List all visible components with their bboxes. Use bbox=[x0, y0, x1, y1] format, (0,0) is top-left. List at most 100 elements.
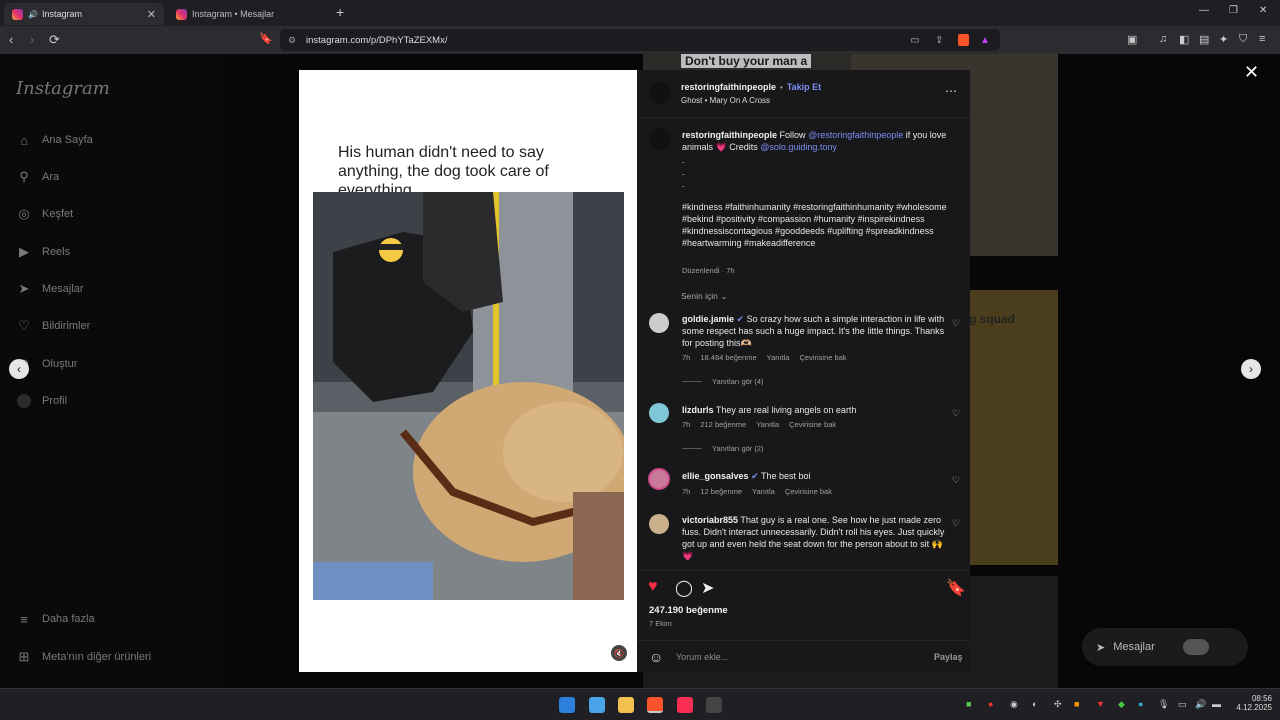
comment-like-icon[interactable]: ♡ bbox=[952, 408, 960, 419]
commenter-avatar[interactable] bbox=[649, 514, 669, 534]
tray-icon[interactable]: ● bbox=[1138, 699, 1143, 709]
minimize-button[interactable]: — bbox=[1199, 5, 1209, 16]
caption-mention-link[interactable]: @restoringfaithinpeople bbox=[808, 130, 903, 140]
sidebar-item-meta[interactable]: ⊞ Meta'nın diğer ürünleri bbox=[16, 649, 152, 665]
volume-icon[interactable]: 🔊 bbox=[1195, 699, 1206, 710]
sidebar-toggle-icon[interactable]: ▣ bbox=[1127, 33, 1137, 46]
media-icon[interactable]: ♫ bbox=[1159, 33, 1167, 45]
share-send-icon[interactable]: ➤ bbox=[701, 578, 714, 598]
share-comment-button[interactable]: Paylaş bbox=[934, 652, 963, 662]
caption-username[interactable]: restoringfaithinpeople bbox=[682, 130, 777, 140]
translate-button[interactable]: Çevirisine bak bbox=[785, 487, 832, 496]
forward-button[interactable]: › bbox=[30, 32, 34, 47]
commenter-avatar[interactable] bbox=[649, 313, 669, 333]
post-video[interactable] bbox=[313, 192, 624, 600]
mute-toggle-icon[interactable]: 🔇 bbox=[611, 645, 627, 661]
view-replies-button[interactable]: Yanıtları gör (2) bbox=[682, 444, 764, 453]
brave-browser-icon[interactable] bbox=[647, 697, 663, 713]
rewards-icon[interactable]: ▲ bbox=[980, 35, 990, 46]
music-app-icon[interactable] bbox=[677, 697, 693, 713]
panel-icon[interactable]: ◧ bbox=[1179, 33, 1189, 46]
author-username[interactable]: restoringfaithinpeople bbox=[681, 82, 776, 92]
sidebar-item-notifications[interactable]: ♡ Bildirimler bbox=[16, 318, 90, 334]
sidebar-item-profile[interactable]: Profil bbox=[16, 393, 67, 409]
comment-like-icon[interactable]: ♡ bbox=[952, 318, 960, 329]
tray-icon[interactable]: ■ bbox=[1074, 699, 1079, 709]
credit-mention-link[interactable]: @solo.guiding.tony bbox=[760, 142, 837, 152]
restore-button[interactable]: ❐ bbox=[1229, 5, 1238, 16]
instagram-logo[interactable]: Instagram bbox=[16, 78, 110, 99]
comment-input[interactable]: Yorum ekle... bbox=[676, 652, 728, 662]
tray-icon[interactable]: ◐ bbox=[1032, 699, 1037, 709]
tray-icon[interactable]: ● bbox=[988, 699, 993, 709]
close-window-button[interactable]: ✕ bbox=[1259, 5, 1267, 16]
tray-icon[interactable]: ✣ bbox=[1054, 699, 1062, 710]
sidebar-item-search[interactable]: ⚲ Ara bbox=[16, 169, 59, 185]
cast-icon[interactable]: ▭ bbox=[910, 35, 919, 46]
site-info-icon[interactable]: ⚙ bbox=[288, 35, 296, 46]
reply-button[interactable]: Yanıtla bbox=[752, 487, 775, 496]
close-icon[interactable]: ✕ bbox=[1244, 62, 1259, 83]
comment-likes[interactable]: 18.484 beğenme bbox=[700, 353, 756, 362]
tray-icon[interactable]: ◆ bbox=[1118, 699, 1125, 710]
caption-avatar[interactable] bbox=[649, 128, 671, 150]
sidebar-item-messages[interactable]: ➤ Mesajlar bbox=[16, 281, 84, 297]
reply-button[interactable]: Yanıtla bbox=[756, 420, 779, 429]
translate-button[interactable]: Çevirisine bak bbox=[789, 420, 836, 429]
start-icon[interactable] bbox=[559, 697, 575, 713]
author-avatar[interactable] bbox=[649, 82, 671, 104]
sidebar-item-more[interactable]: ≡ Daha fazla bbox=[16, 611, 94, 627]
file-explorer-icon[interactable] bbox=[618, 697, 634, 713]
tray-icon[interactable]: ◉ bbox=[1010, 699, 1018, 710]
bookmark-icon[interactable]: 🔖 bbox=[259, 32, 273, 45]
tray-icon[interactable]: ▼ bbox=[1096, 699, 1105, 709]
comment-icon[interactable]: ◯ bbox=[675, 578, 693, 598]
like-count[interactable]: 247.190 beğenme bbox=[649, 605, 728, 616]
reload-button[interactable]: ⟳ bbox=[49, 32, 60, 48]
url-field[interactable]: ⚙ instagram.com/p/DPhYTaZEXMx/ ▭ ⇪ ▲ bbox=[280, 29, 1000, 51]
comment-likes[interactable]: 12 beğenme bbox=[700, 487, 742, 496]
hashtags[interactable]: #kindness #faithinhumanity #restoringfai… bbox=[682, 201, 962, 249]
menu-icon[interactable]: ≡ bbox=[1259, 33, 1265, 45]
comment-like-icon[interactable]: ♡ bbox=[952, 518, 960, 529]
comment-like-icon[interactable]: ♡ bbox=[952, 475, 960, 486]
follow-button[interactable]: Takip Et bbox=[787, 82, 821, 92]
leo-ai-icon[interactable]: ✦ bbox=[1219, 33, 1228, 46]
sort-dropdown[interactable]: Senin için ⌄ bbox=[681, 291, 727, 302]
close-tab-icon[interactable]: ✕ bbox=[147, 8, 156, 21]
comment-username[interactable]: goldie.jamie bbox=[682, 314, 734, 324]
app-icon[interactable] bbox=[706, 697, 722, 713]
translate-button[interactable]: Çevirisine bak bbox=[799, 353, 846, 362]
new-tab-button[interactable]: + bbox=[336, 4, 344, 20]
like-icon[interactable]: ♥ bbox=[648, 578, 658, 596]
tray-icon[interactable]: ■ bbox=[966, 699, 971, 709]
save-bookmark-icon[interactable]: 🔖 bbox=[946, 578, 966, 598]
tab-messages[interactable]: Instagram • Mesajlar bbox=[168, 3, 328, 25]
previous-post-button[interactable]: ‹ bbox=[9, 359, 29, 379]
view-replies-button[interactable]: Yanıtları gör (4) bbox=[682, 377, 764, 386]
emoji-icon[interactable]: ☺ bbox=[649, 649, 663, 665]
photos-app-icon[interactable] bbox=[589, 697, 605, 713]
comment-username[interactable]: victoriabr855 bbox=[682, 515, 738, 525]
tab-instagram[interactable]: 🔊 Instagram ✕ bbox=[4, 3, 164, 25]
comment-username[interactable]: lizdurls bbox=[682, 405, 714, 415]
brave-shield-icon[interactable] bbox=[958, 34, 969, 46]
comment-likes[interactable]: 212 beğenme bbox=[700, 420, 746, 429]
messages-floating-button[interactable]: ➤ Mesajlar bbox=[1082, 628, 1248, 666]
audio-track[interactable]: Ghost • Mary On A Cross bbox=[681, 96, 770, 105]
microphone-icon[interactable]: 🎙 bbox=[1158, 699, 1169, 710]
sidebar-item-explore[interactable]: ◎ Keşfet bbox=[16, 206, 73, 222]
next-post-button[interactable]: › bbox=[1241, 359, 1261, 379]
vpn-icon[interactable]: ⛉ bbox=[1239, 33, 1247, 46]
share-icon[interactable]: ⇪ bbox=[935, 35, 943, 46]
clock[interactable]: 08:56 4.12.2025 bbox=[1232, 694, 1272, 712]
network-icon[interactable]: ▭ bbox=[1178, 699, 1187, 710]
commenter-avatar[interactable] bbox=[649, 403, 669, 423]
more-options-icon[interactable]: ⋯ bbox=[945, 84, 957, 98]
battery-icon[interactable]: ▬ bbox=[1212, 699, 1221, 709]
reply-button[interactable]: Yanıtla bbox=[767, 353, 790, 362]
sidebar-item-reels[interactable]: ▶ Reels bbox=[16, 244, 70, 260]
wallet-icon[interactable]: ▤ bbox=[1199, 33, 1209, 46]
sidebar-item-home[interactable]: ⌂ Ana Sayfa bbox=[16, 132, 93, 148]
back-button[interactable]: ‹ bbox=[9, 32, 13, 47]
